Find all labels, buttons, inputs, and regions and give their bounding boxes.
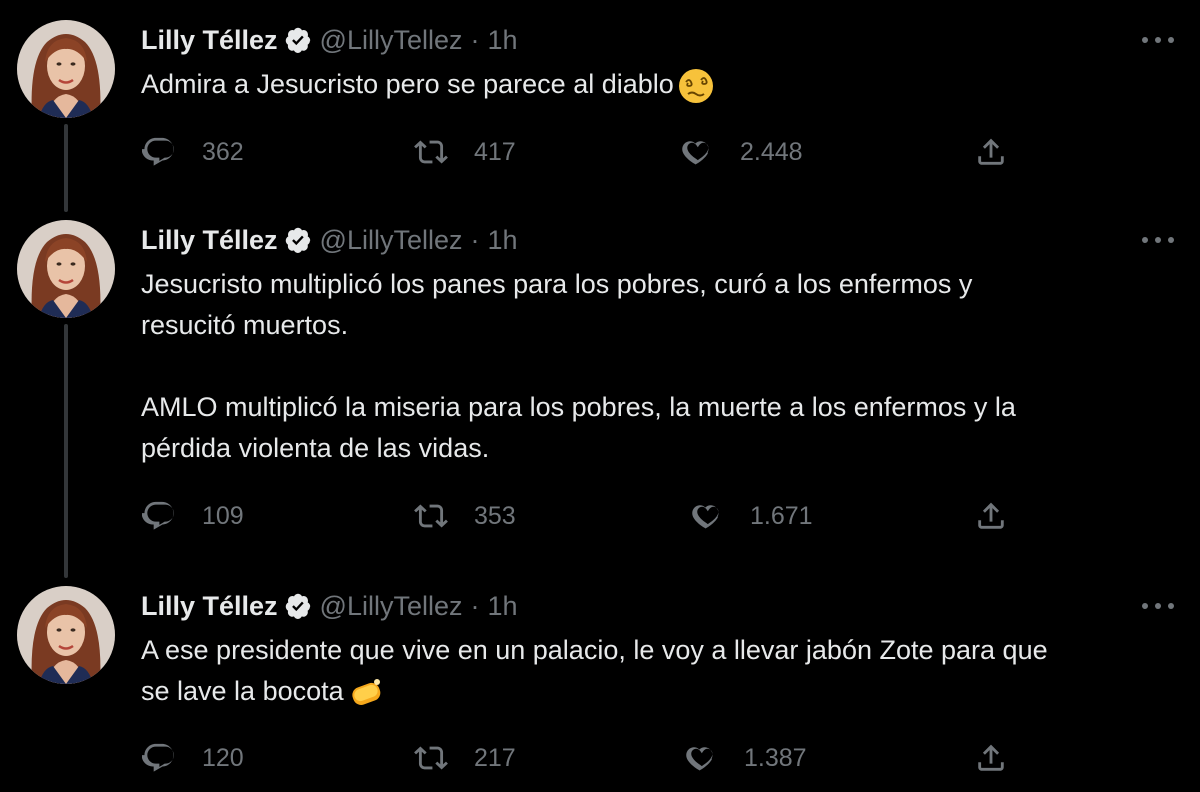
more-options-icon[interactable] bbox=[1142, 232, 1174, 248]
retweet-icon bbox=[414, 746, 448, 770]
retweet-count: 417 bbox=[474, 137, 516, 166]
tweet-paragraph: A ese presidente que vive en un palacio,… bbox=[141, 630, 1171, 712]
avatar[interactable] bbox=[17, 20, 115, 118]
avatar[interactable] bbox=[17, 586, 115, 684]
like-count: 2.448 bbox=[740, 137, 803, 166]
user-handle[interactable]: @LillyTellez bbox=[320, 591, 463, 622]
like-button[interactable]: 1.387 bbox=[684, 738, 807, 778]
retweet-icon bbox=[414, 504, 448, 528]
tweet-actions: 362 417 2.448 bbox=[0, 132, 1200, 172]
more-options-icon[interactable] bbox=[1142, 598, 1174, 614]
reply-icon bbox=[142, 137, 174, 166]
avatar[interactable] bbox=[17, 220, 115, 318]
tweet-text: A ese presidente que vive en un palacio,… bbox=[141, 630, 1171, 712]
more-options-icon[interactable] bbox=[1142, 32, 1174, 48]
tweet-actions: 109 353 1.671 bbox=[0, 496, 1200, 536]
tweet-text-line: Jesucristo multiplicó los panes para los… bbox=[141, 269, 973, 299]
tweet-text: Admira a Jesucristo pero se parece al di… bbox=[141, 64, 1171, 105]
share-icon bbox=[978, 502, 1004, 529]
timestamp[interactable]: 1h bbox=[488, 225, 518, 256]
avatar-image bbox=[17, 20, 115, 118]
separator-dot: · bbox=[470, 24, 480, 55]
tweet-header: Lilly Téllez @LillyTellez · 1h bbox=[141, 20, 518, 60]
retweet-count: 353 bbox=[474, 501, 516, 530]
user-handle[interactable]: @LillyTellez bbox=[320, 25, 463, 56]
reply-count: 109 bbox=[202, 501, 244, 530]
like-count: 1.387 bbox=[744, 743, 807, 772]
tweet-text-line: AMLO multiplicó la miseria para los pobr… bbox=[141, 392, 1016, 422]
user-handle[interactable]: @LillyTellez bbox=[320, 225, 463, 256]
like-count: 1.671 bbox=[750, 501, 813, 530]
avatar-image bbox=[17, 220, 115, 318]
reply-count: 120 bbox=[202, 743, 244, 772]
tweet-header: Lilly Téllez @LillyTellez · 1h bbox=[141, 586, 518, 626]
reply-count: 362 bbox=[202, 137, 244, 166]
tweet-text-line: Admira a Jesucristo pero se parece al di… bbox=[141, 69, 674, 99]
like-button[interactable]: 1.671 bbox=[690, 496, 813, 536]
like-icon bbox=[682, 141, 709, 165]
woozy-face-emoji-icon bbox=[678, 68, 714, 104]
soap-emoji-icon bbox=[348, 675, 384, 711]
retweet-button[interactable]: 417 bbox=[414, 132, 516, 172]
tweet-paragraph: Jesucristo multiplicó los panes para los… bbox=[141, 264, 1171, 346]
display-name[interactable]: Lilly Téllez bbox=[141, 25, 278, 56]
display-name[interactable]: Lilly Téllez bbox=[141, 591, 278, 622]
reply-button[interactable]: 362 bbox=[142, 132, 244, 172]
avatar-image bbox=[17, 586, 115, 684]
reply-icon bbox=[142, 743, 174, 772]
reply-icon bbox=[142, 501, 174, 530]
timestamp[interactable]: 1h bbox=[488, 25, 518, 56]
retweet-button[interactable]: 217 bbox=[414, 738, 516, 778]
tweet-text: Jesucristo multiplicó los panes para los… bbox=[141, 264, 1171, 469]
tweet-paragraph: AMLO multiplicó la miseria para los pobr… bbox=[141, 387, 1171, 469]
share-button[interactable] bbox=[974, 738, 1008, 778]
display-name[interactable]: Lilly Téllez bbox=[141, 225, 278, 256]
share-icon bbox=[978, 744, 1004, 771]
tweet-header: Lilly Téllez @LillyTellez · 1h bbox=[141, 220, 518, 260]
reply-button[interactable]: 109 bbox=[142, 496, 244, 536]
tweet-text-line: resucitó muertos. bbox=[141, 310, 349, 340]
reply-button[interactable]: 120 bbox=[142, 738, 244, 778]
share-button[interactable] bbox=[974, 132, 1008, 172]
separator-dot: · bbox=[470, 590, 480, 621]
tweet-text-line: se lave la bocota bbox=[141, 676, 344, 706]
thread-line bbox=[64, 324, 68, 578]
tweet-text-line: A ese presidente que vive en un palacio,… bbox=[141, 635, 1048, 665]
share-button[interactable] bbox=[974, 496, 1008, 536]
like-icon bbox=[686, 747, 713, 771]
tweet-text-line: pérdida violenta de las vidas. bbox=[141, 433, 490, 463]
verified-badge-icon bbox=[284, 592, 312, 620]
like-icon bbox=[692, 505, 719, 529]
verified-badge-icon bbox=[284, 226, 312, 254]
verified-badge-icon bbox=[284, 26, 312, 54]
like-button[interactable]: 2.448 bbox=[680, 132, 803, 172]
retweet-count: 217 bbox=[474, 743, 516, 772]
retweet-button[interactable]: 353 bbox=[414, 496, 516, 536]
retweet-icon bbox=[414, 140, 448, 164]
timestamp[interactable]: 1h bbox=[488, 591, 518, 622]
share-icon bbox=[978, 138, 1004, 165]
tweet-actions: 120 217 1.387 bbox=[0, 738, 1200, 778]
separator-dot: · bbox=[470, 224, 480, 255]
